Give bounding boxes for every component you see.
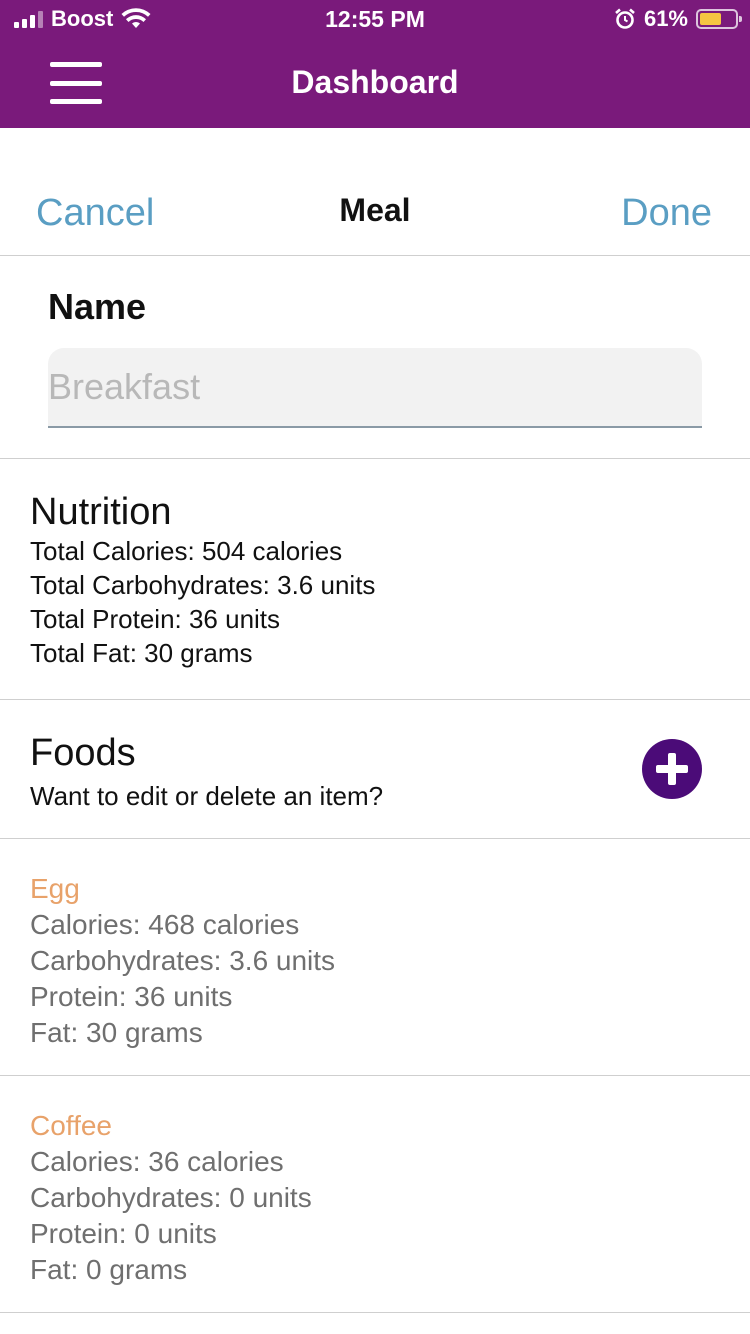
battery-percent: 61% (643, 6, 688, 31)
total-protein: Total Protein: 36 units (30, 604, 281, 634)
name-input[interactable] (48, 348, 702, 428)
nutrition-section: Nutrition Total Calories: 504 calories T… (0, 459, 750, 700)
food-name: Egg (30, 873, 80, 904)
food-name: Coffee (30, 1110, 112, 1141)
nutrition-title: Nutrition (30, 491, 172, 533)
food-carbohydrates: Carbohydrates: 0 units (30, 1182, 312, 1213)
battery-icon (696, 9, 742, 29)
food-fat: Fat: 30 grams (30, 1017, 203, 1048)
total-carbohydrates: Total Carbohydrates: 3.6 units (30, 570, 376, 600)
total-fat: Total Fat: 30 grams (30, 638, 253, 668)
nav-title: Dashboard (291, 64, 459, 100)
foods-title: Foods (30, 732, 136, 774)
food-list-item[interactable]: Coffee Calories: 36 calories Carbohydrat… (0, 1076, 750, 1313)
total-calories: Total Calories: 504 calories (30, 536, 343, 566)
top-bar: Boost 12:55 PM 61% Dashboard (0, 0, 750, 128)
status-bar: Boost 12:55 PM 61% (0, 0, 750, 40)
food-calories: Calories: 36 calories (30, 1146, 284, 1177)
food-list-item[interactable]: Egg Calories: 468 calories Carbohydrates… (0, 839, 750, 1076)
battery-fill (700, 13, 721, 25)
done-button[interactable]: Done (621, 192, 712, 235)
food-calories: Calories: 468 calories (30, 909, 300, 940)
food-carbohydrates: Carbohydrates: 3.6 units (30, 945, 336, 976)
add-food-button[interactable] (642, 739, 702, 799)
name-section: Name (0, 256, 750, 459)
status-right: 61% (614, 6, 742, 32)
name-label: Name (48, 286, 147, 327)
foods-section-header: Foods Want to edit or delete an item? (0, 700, 750, 839)
foods-subtitle: Want to edit or delete an item? (30, 781, 384, 811)
food-fat: Fat: 0 grams (30, 1254, 188, 1285)
food-protein: Protein: 0 units (30, 1218, 217, 1249)
food-protein: Protein: 36 units (30, 981, 233, 1012)
alarm-icon (615, 8, 635, 29)
sheet-header: Cancel Meal Done (0, 128, 750, 256)
